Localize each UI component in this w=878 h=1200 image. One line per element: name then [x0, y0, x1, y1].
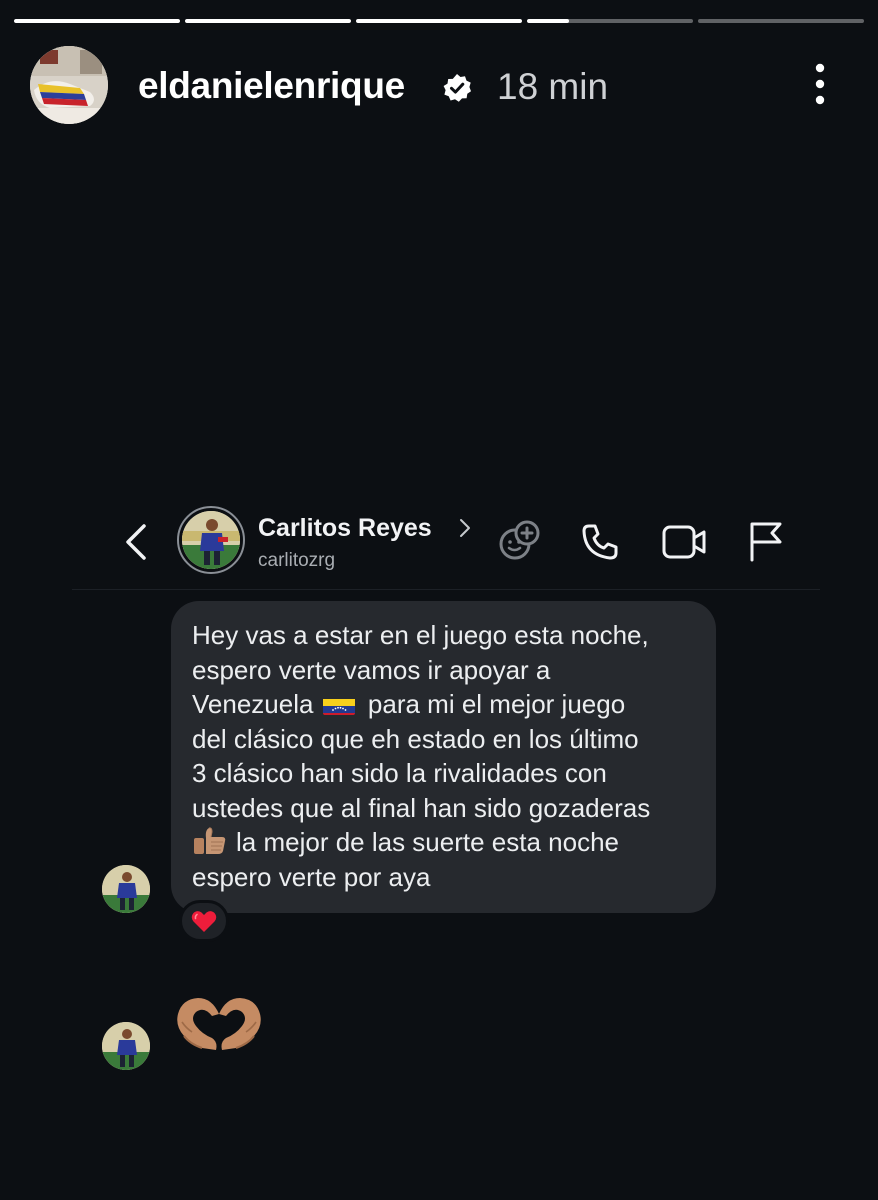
- video-camera-icon[interactable]: [661, 523, 707, 561]
- thumbs-up-emoji: [194, 827, 226, 854]
- heart-reaction[interactable]: [179, 900, 229, 942]
- contact-handle: carlitozrg: [258, 550, 336, 571]
- message-line: espero verte vamos ir apoyar a: [192, 654, 551, 685]
- story-progress-segment: [185, 19, 351, 23]
- red-heart-icon: [191, 910, 217, 932]
- message-line: del clásico que eh estado en los último: [192, 723, 639, 754]
- story-progress-segment: [527, 19, 693, 23]
- flag-icon[interactable]: [748, 520, 784, 562]
- story-header: eldanielenrique 18 min: [30, 46, 850, 126]
- message-line: ustedes que al final han sido gozaderas: [192, 792, 651, 823]
- sender-avatar[interactable]: [102, 1022, 150, 1070]
- message-line: espero verte por aya: [192, 861, 431, 892]
- story-progress-segment: [14, 19, 180, 23]
- story-progress-segment: [356, 19, 522, 23]
- heart-hands-emoji[interactable]: [172, 992, 266, 1054]
- story-username[interactable]: eldanielenrique: [138, 65, 405, 107]
- header-divider: [72, 589, 820, 590]
- story-time: 18 min: [497, 66, 609, 107]
- story-progress-bar: [14, 19, 864, 23]
- verified-badge-icon: [443, 74, 471, 102]
- add-sticker-icon[interactable]: [497, 518, 543, 564]
- venezuela-flag-emoji: [322, 694, 355, 715]
- message-line: Venezuela para mi el mejor juego: [192, 689, 626, 719]
- contact-name[interactable]: Carlitos Reyes: [258, 514, 432, 543]
- sender-avatar[interactable]: [102, 865, 150, 913]
- message-bubble[interactable]: Hey vas a estar en el juego esta noche, …: [171, 601, 716, 913]
- chevron-right-icon[interactable]: [458, 516, 472, 540]
- back-chevron-icon[interactable]: [122, 522, 152, 562]
- more-vertical-icon[interactable]: [809, 61, 831, 107]
- story-avatar[interactable]: [30, 46, 108, 124]
- contact-avatar[interactable]: [177, 506, 245, 574]
- phone-icon[interactable]: [580, 522, 620, 562]
- dm-header: Carlitos Reyes carlitozrg: [72, 500, 820, 590]
- message-line: 3 clásico han sido la rivalidades con: [192, 758, 607, 788]
- story-progress-segment: [698, 19, 864, 23]
- message-line: Hey vas a estar en el juego esta noche,: [192, 620, 649, 650]
- message-line: la mejor de las suerte esta noche: [192, 825, 696, 860]
